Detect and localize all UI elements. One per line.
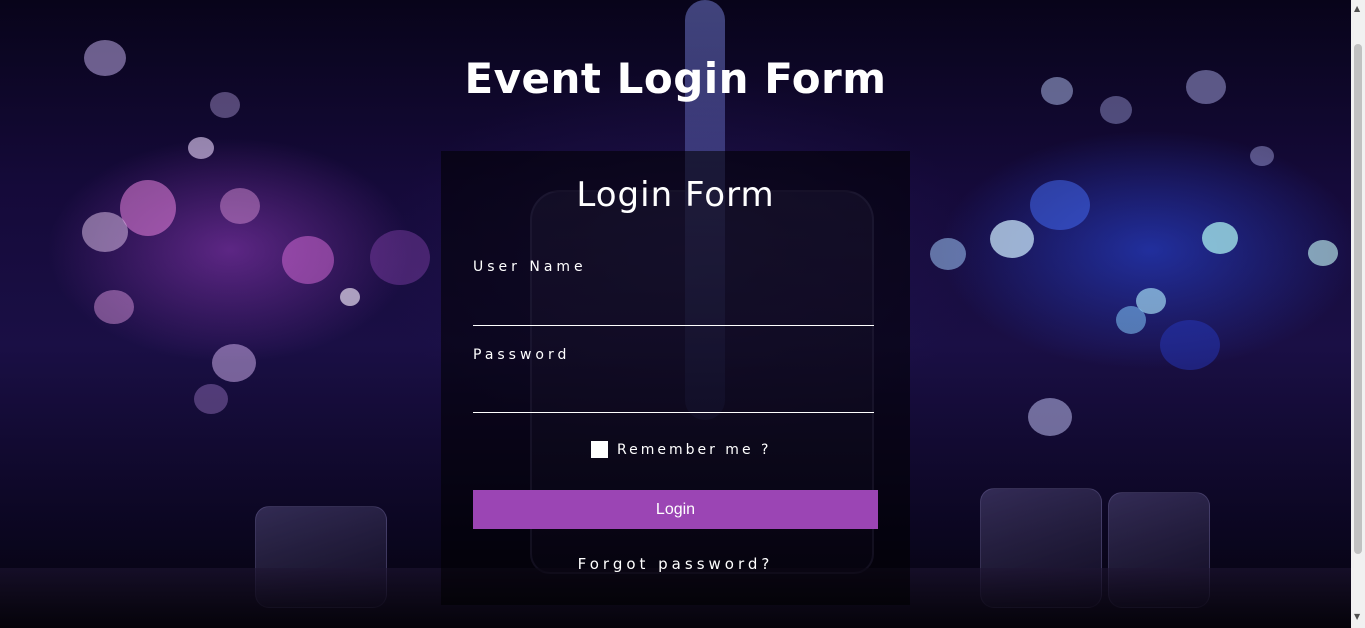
bokeh-light	[340, 288, 360, 306]
form-heading: Login Form	[576, 175, 775, 215]
bokeh-light	[930, 238, 966, 270]
vertical-scrollbar[interactable]: ▲ ▼	[1351, 0, 1365, 628]
bokeh-light	[94, 290, 134, 324]
bokeh-light	[212, 344, 256, 382]
login-panel: Login Form User Name Password Remember m…	[441, 151, 910, 605]
login-button[interactable]: Login	[473, 490, 878, 529]
password-label: Password	[473, 347, 571, 363]
background-photo: Event Login Form Login Form User Name Pa…	[0, 0, 1351, 628]
bokeh-light	[220, 188, 260, 224]
scroll-thumb[interactable]	[1354, 44, 1362, 554]
bokeh-light	[1030, 180, 1090, 230]
forgot-password-link[interactable]: Forgot password?	[441, 555, 910, 573]
scroll-down-arrow-icon[interactable]: ▼	[1354, 612, 1360, 621]
bokeh-light	[120, 180, 176, 236]
password-input[interactable]	[473, 382, 874, 413]
bokeh-light	[1028, 398, 1072, 436]
bokeh-light	[1250, 146, 1274, 166]
bokeh-light	[194, 384, 228, 414]
scroll-up-arrow-icon[interactable]: ▲	[1354, 4, 1360, 13]
bokeh-light	[82, 212, 128, 252]
username-label: User Name	[473, 259, 587, 275]
bokeh-light	[1308, 240, 1338, 266]
bokeh-light	[1202, 222, 1238, 254]
bokeh-light	[370, 230, 430, 285]
remember-me-row: Remember me ?	[591, 441, 771, 458]
username-input[interactable]	[473, 295, 874, 326]
page-title: Event Login Form	[464, 54, 887, 103]
bokeh-light	[282, 236, 334, 284]
bokeh-light	[990, 220, 1034, 258]
remember-me-label[interactable]: Remember me ?	[617, 442, 771, 458]
bokeh-light	[1116, 306, 1146, 334]
bokeh-light	[188, 137, 214, 159]
remember-me-checkbox[interactable]	[591, 441, 608, 458]
bokeh-light	[1160, 320, 1220, 370]
